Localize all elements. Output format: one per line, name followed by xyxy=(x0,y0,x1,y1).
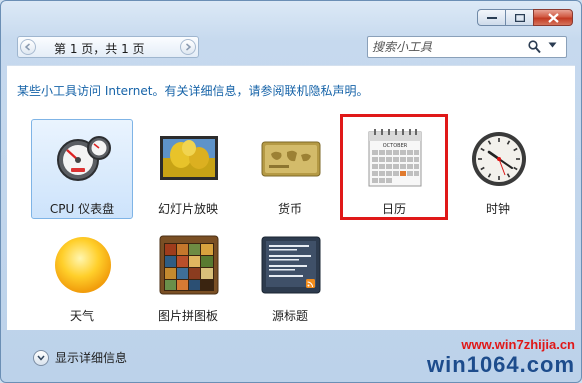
gadget-clock[interactable]: 时钟 xyxy=(447,119,549,219)
gadget-label: 天气 xyxy=(69,309,94,323)
toolbar: 第 1 页，共 1 页 xyxy=(11,34,571,62)
search-input[interactable] xyxy=(372,38,520,56)
watermark-logo: win1064.com xyxy=(427,352,575,377)
minimize-icon xyxy=(486,16,497,19)
close-icon xyxy=(547,12,559,23)
gadget-label: 幻灯片放映 xyxy=(157,202,218,216)
gadget-panel: 某些小工具访问 Internet。有关详细信息，请参阅联机隐私声明。 CPU 仪… xyxy=(7,65,575,330)
gadget-picture-puzzle[interactable]: 图片拼图板 xyxy=(137,226,239,326)
weather-icon xyxy=(55,237,111,293)
calendar-highlight-box xyxy=(340,114,448,220)
gadget-label: 货币 xyxy=(277,202,302,216)
next-page-button[interactable] xyxy=(180,39,196,55)
gadget-label: CPU 仪表盘 xyxy=(49,202,115,216)
chevron-down-icon xyxy=(37,355,45,361)
picture-puzzle-icon xyxy=(159,235,219,295)
gadget-gallery-window: 第 1 页，共 1 页 某些小工具访问 Internet。有关详细信息，请参阅联… xyxy=(0,0,582,383)
chevron-right-icon xyxy=(186,43,192,51)
gadget-label: 源标题 xyxy=(271,309,308,323)
search-icon[interactable] xyxy=(528,40,541,54)
cpu-meter-icon xyxy=(57,136,111,181)
gadget-slideshow[interactable]: 幻灯片放映 xyxy=(137,119,239,219)
gadget-feed-headlines[interactable]: 源标题 xyxy=(239,226,341,326)
show-details-toggle[interactable]: 显示详细信息 xyxy=(33,349,127,366)
show-details-label: 显示详细信息 xyxy=(55,351,128,365)
minimize-button[interactable] xyxy=(477,9,505,26)
slideshow-icon xyxy=(160,136,218,180)
page-indicator: 第 1 页，共 1 页 xyxy=(54,42,145,56)
chevron-down-icon[interactable] xyxy=(548,42,557,48)
chevron-left-icon xyxy=(24,43,30,51)
search-box xyxy=(367,36,567,58)
maximize-icon xyxy=(514,13,525,22)
details-expander[interactable] xyxy=(33,349,49,366)
watermark-url: www.win7zhijia.cn xyxy=(461,337,575,352)
gadget-cpu-meter[interactable]: CPU 仪表盘 xyxy=(31,119,133,219)
clock-icon xyxy=(472,132,526,186)
feed-headlines-icon xyxy=(261,236,321,294)
gadget-label: 图片拼图板 xyxy=(157,309,218,323)
gadget-label: 时钟 xyxy=(485,202,510,216)
close-button[interactable] xyxy=(533,9,573,26)
gadget-weather[interactable]: 天气 xyxy=(31,226,133,326)
privacy-notice-link[interactable]: 某些小工具访问 Internet。有关详细信息，请参阅联机隐私声明。 xyxy=(17,82,368,99)
previous-page-button[interactable] xyxy=(20,39,36,55)
page-navigator: 第 1 页，共 1 页 xyxy=(17,36,199,58)
currency-icon xyxy=(261,141,321,177)
site-watermark: www.win7zhijia.cn win1064.com xyxy=(427,337,575,378)
gadget-currency[interactable]: 货币 xyxy=(239,119,341,219)
caption-buttons xyxy=(477,9,573,26)
maximize-button[interactable] xyxy=(505,9,533,26)
